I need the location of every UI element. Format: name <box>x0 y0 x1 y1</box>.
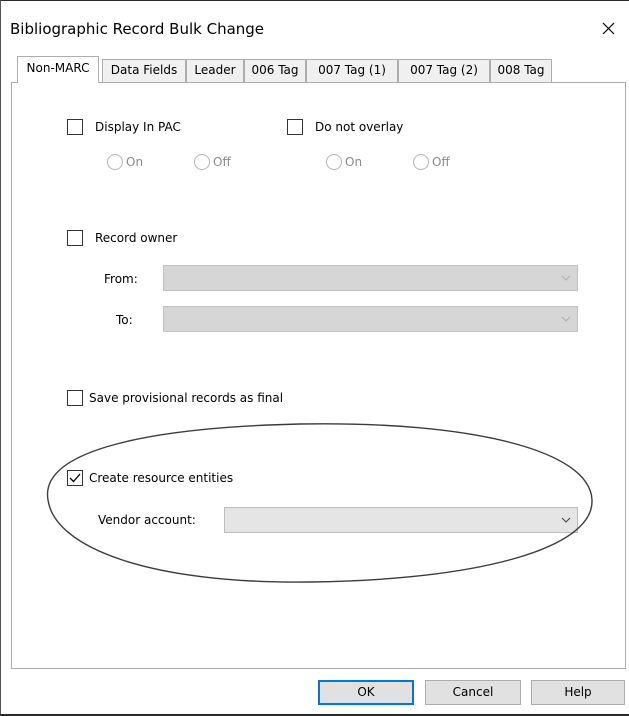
chevron-down-icon <box>561 517 571 523</box>
do-not-overlay-off-radio[interactable] <box>413 154 429 170</box>
do-not-overlay-checkbox[interactable] <box>287 119 303 135</box>
create-resource-checkbox[interactable] <box>67 470 83 486</box>
vendor-account-combobox[interactable] <box>224 507 578 533</box>
cancel-button[interactable]: Cancel <box>425 680 521 705</box>
tab-007-tag-2[interactable]: 007 Tag (2) <box>398 59 490 82</box>
display-in-pac-on-radio[interactable] <box>107 154 123 170</box>
display-in-pac-label: Display In PAC <box>95 120 181 134</box>
chevron-down-icon <box>561 316 571 322</box>
vendor-account-label: Vendor account: <box>98 513 196 527</box>
to-combobox[interactable] <box>163 306 578 332</box>
save-provisional-label: Save provisional records as final <box>89 391 284 405</box>
chevron-down-icon <box>561 275 571 281</box>
tab-008-tag[interactable]: 008 Tag <box>490 59 552 82</box>
tab-007-tag-1[interactable]: 007 Tag (1) <box>306 59 398 82</box>
record-owner-checkbox[interactable] <box>67 230 83 246</box>
close-icon <box>602 22 615 35</box>
window-title: Bibliographic Record Bulk Change <box>10 20 265 38</box>
save-provisional-checkbox[interactable] <box>67 390 83 406</box>
window-border-left <box>0 0 1 716</box>
do-not-overlay-off-label: Off <box>432 155 450 169</box>
tab-leader[interactable]: Leader <box>186 59 244 82</box>
tab-data-fields[interactable]: Data Fields <box>102 59 186 82</box>
to-label: To: <box>116 313 133 327</box>
do-not-overlay-on-label: On <box>345 155 363 169</box>
from-combobox[interactable] <box>163 265 578 291</box>
checkmark-icon <box>69 473 81 483</box>
do-not-overlay-on-radio[interactable] <box>326 154 342 170</box>
tab-006-tag[interactable]: 006 Tag <box>244 59 306 82</box>
title-bar: Bibliographic Record Bulk Change <box>1 1 629 57</box>
display-in-pac-checkbox[interactable] <box>67 119 83 135</box>
create-resource-label: Create resource entities <box>89 471 234 485</box>
from-label: From: <box>104 272 138 286</box>
record-owner-label: Record owner <box>95 231 178 245</box>
display-in-pac-off-label: Off <box>213 155 231 169</box>
do-not-overlay-label: Do not overlay <box>315 120 404 134</box>
display-in-pac-off-radio[interactable] <box>194 154 210 170</box>
close-button[interactable] <box>593 13 623 43</box>
ok-button[interactable]: OK <box>318 680 414 705</box>
display-in-pac-on-label: On <box>126 155 144 169</box>
tab-panel: Display In PAC On Off Do not overlay On … <box>11 82 626 669</box>
tab-non-marc[interactable]: Non-MARC <box>17 56 99 83</box>
help-button[interactable]: Help <box>531 680 625 705</box>
